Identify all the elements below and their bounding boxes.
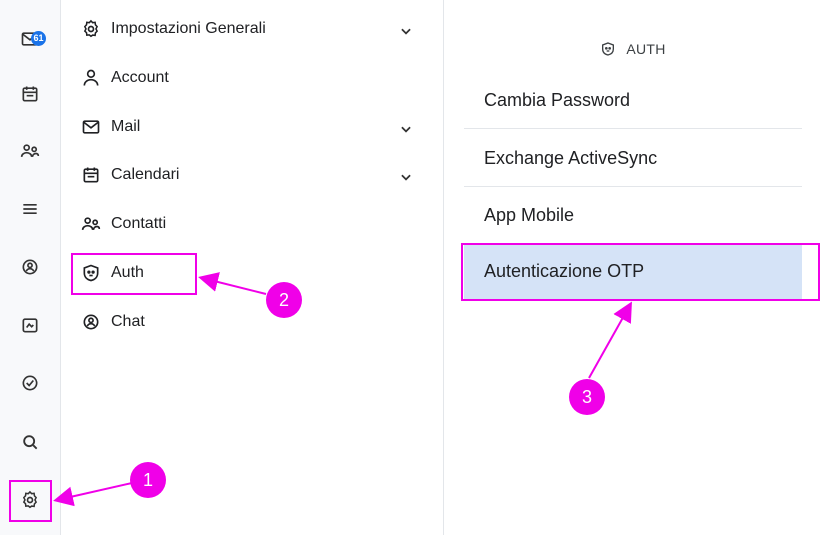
chat-icon	[22, 259, 38, 275]
rail-mail-button[interactable]: 61	[14, 23, 46, 55]
settings-icon	[22, 490, 38, 509]
menu-item-calendari[interactable]: Calendari	[81, 160, 179, 190]
chat-icon	[83, 314, 99, 330]
auth-panel-title: AUTH	[626, 41, 666, 57]
menu-item-chat[interactable]: Chat	[81, 307, 145, 337]
contacts-icon	[81, 217, 101, 230]
calendar-icon	[83, 167, 99, 183]
contacts-icon	[20, 144, 40, 157]
option-cambia-password[interactable]: Cambia Password	[464, 73, 802, 129]
auth-panel: AUTH Cambia Password Exchange ActiveSync…	[444, 0, 822, 535]
auth-panel-header: AUTH	[444, 36, 822, 62]
menu-item-impostazioni-generali[interactable]: Impostazioni Generali	[81, 14, 266, 44]
menu-item-label: Auth	[111, 264, 144, 281]
shield-icon	[602, 42, 615, 56]
option-app-mobile[interactable]: App Mobile	[464, 188, 802, 244]
rail-contacts-button[interactable]	[14, 135, 46, 167]
rail-search-button[interactable]	[14, 426, 46, 458]
step-marker-3: 3	[569, 379, 605, 415]
rail-chat-button[interactable]	[14, 251, 46, 283]
gear-icon	[83, 19, 99, 38]
step-marker-1: 1	[130, 462, 166, 498]
mail-unread-badge: 61	[31, 31, 46, 46]
menu-item-label: Chat	[111, 313, 145, 330]
rail-files-button[interactable]	[14, 309, 46, 341]
search-icon	[23, 435, 38, 450]
menu-item-auth[interactable]: Auth	[81, 258, 144, 288]
rail-calendar-button[interactable]	[14, 78, 46, 110]
settings-menu: Impostazioni Generali Account Mail Calen…	[61, 0, 444, 535]
chevron-down-icon[interactable]	[399, 24, 413, 38]
mail-icon	[82, 120, 100, 134]
shield-icon	[83, 264, 99, 282]
user-icon	[83, 69, 99, 86]
menu-item-label: Calendari	[111, 166, 180, 183]
menu-item-contatti[interactable]: Contatti	[81, 209, 166, 239]
calendar-icon	[22, 86, 38, 102]
chevron-down-icon[interactable]	[399, 122, 413, 136]
menu-item-label: Contatti	[111, 215, 167, 232]
step-marker-2: 2	[266, 282, 302, 318]
app-rail: 61	[0, 0, 61, 535]
chevron-down-icon[interactable]	[399, 170, 413, 184]
tasks-icon	[22, 375, 38, 391]
menu-item-account[interactable]: Account	[81, 63, 169, 93]
rail-settings-button[interactable]	[14, 484, 46, 516]
files-icon	[22, 318, 38, 333]
option-exchange-activesync[interactable]: Exchange ActiveSync	[464, 131, 802, 187]
list-icon	[23, 204, 37, 214]
menu-item-label: Mail	[111, 118, 141, 135]
menu-item-mail[interactable]: Mail	[81, 112, 140, 142]
rail-tasks-button[interactable]	[14, 367, 46, 399]
menu-item-label: Account	[111, 69, 169, 86]
option-autenticazione-otp[interactable]: Autenticazione OTP	[464, 244, 802, 300]
rail-list-button[interactable]	[14, 193, 46, 225]
menu-item-label: Impostazioni Generali	[111, 20, 266, 37]
